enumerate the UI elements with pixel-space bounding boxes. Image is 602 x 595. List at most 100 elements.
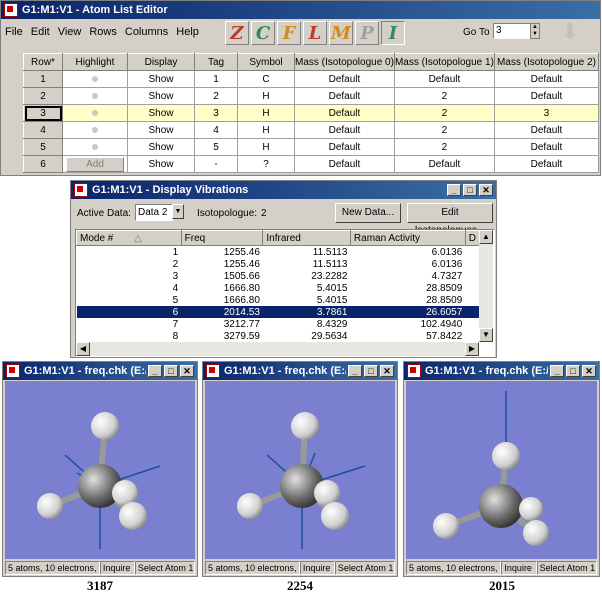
maximize-icon[interactable]: □ [463, 184, 477, 196]
menu-edit[interactable]: Edit [31, 26, 50, 38]
mass1-cell[interactable]: Default [393, 155, 495, 173]
tag-cell[interactable]: 4 [194, 121, 238, 139]
menu-columns[interactable]: Columns [125, 26, 168, 38]
list-item[interactable]: 1 1255.46 11.5113 6.0136 [77, 246, 480, 259]
mass2-cell[interactable]: Default [493, 87, 600, 105]
mass0-cell[interactable]: Default [294, 138, 395, 156]
list-item[interactable]: 8 3279.59 29.5634 57.8422 [77, 330, 480, 342]
close-icon[interactable]: ✕ [380, 365, 394, 377]
goto-spinner[interactable]: ▲ ▼ [530, 23, 540, 39]
scroll-up-icon[interactable]: ▲ [479, 230, 493, 244]
table-row[interactable]: 6 Add Show - ? Default Default Default [23, 155, 600, 173]
mass1-cell[interactable]: 2 [393, 138, 495, 156]
new-data-button[interactable]: New Data... [335, 203, 401, 223]
highlight-cell[interactable] [62, 70, 128, 88]
tool-m-button[interactable]: M [329, 21, 353, 45]
active-data-select[interactable]: Data 2 [135, 204, 173, 221]
mass2-cell[interactable]: Default [493, 155, 600, 173]
display-cell[interactable]: Show [127, 87, 195, 105]
maximize-icon[interactable]: □ [364, 365, 378, 377]
molecule-view[interactable] [406, 381, 597, 559]
highlight-cell[interactable]: Add [62, 155, 128, 173]
col-symbol[interactable]: Symbol [237, 53, 295, 71]
minimize-icon[interactable]: _ [348, 365, 362, 377]
goto-input[interactable]: 3 [493, 23, 535, 39]
molecule-view[interactable] [205, 381, 395, 559]
scroll-down-icon[interactable]: ▼ [479, 328, 493, 342]
col-row[interactable]: Row* [23, 53, 63, 71]
horizontal-scrollbar[interactable] [76, 342, 479, 356]
view-titlebar[interactable]: G1:M1:V1 - freq.chk (E:/... _ □ ✕ [404, 362, 599, 380]
tool-f-button[interactable]: F [277, 21, 301, 45]
col-mass-iso1[interactable]: Mass (Isotopologue 1) [393, 53, 495, 71]
symbol-cell[interactable]: C [237, 70, 295, 88]
close-icon[interactable]: ✕ [180, 365, 194, 377]
tag-cell[interactable]: 5 [194, 138, 238, 156]
row-number[interactable]: 1 [23, 70, 63, 88]
mass0-cell[interactable]: Default [294, 121, 395, 139]
view-titlebar[interactable]: G1:M1:V1 - freq.chk (E:/... _ □ ✕ [203, 362, 397, 380]
list-item[interactable]: 5 1666.80 5.4015 28.8509 [77, 294, 480, 306]
col-mode[interactable]: Mode # △ [76, 230, 182, 246]
menu-help[interactable]: Help [176, 26, 199, 38]
display-cell[interactable]: Show [127, 104, 195, 122]
highlight-cell[interactable] [62, 138, 128, 156]
symbol-cell[interactable]: H [237, 138, 295, 156]
mass2-cell[interactable]: Default [493, 121, 600, 139]
row-number[interactable]: 4 [23, 121, 63, 139]
col-mass-iso2[interactable]: Mass (Isotopologue 2) [493, 53, 600, 71]
symbol-cell[interactable]: H [237, 104, 295, 122]
table-row[interactable]: 5 Show 5 H Default 2 Default [23, 138, 600, 156]
col-highlight[interactable]: Highlight [62, 53, 128, 71]
mass2-cell[interactable]: Default [493, 70, 600, 88]
tool-i-button[interactable]: I [381, 21, 405, 45]
mass0-cell[interactable]: Default [294, 155, 395, 173]
display-cell[interactable]: Show [127, 70, 195, 88]
chevron-down-icon[interactable]: ▼ [172, 204, 184, 219]
mass1-cell[interactable]: 2 [393, 87, 495, 105]
highlight-cell[interactable] [62, 87, 128, 105]
symbol-cell[interactable]: H [237, 121, 295, 139]
mass2-cell[interactable]: Default [493, 138, 600, 156]
mass0-cell[interactable]: Default [294, 70, 395, 88]
vibrations-titlebar[interactable]: G1:M1:V1 - Display Vibrations _ □ ✕ [71, 181, 496, 199]
list-item-selected[interactable]: 6 2014.53 3.7861 26.6057 [76, 306, 480, 318]
highlight-cell[interactable] [62, 121, 128, 139]
tag-cell[interactable]: 2 [194, 87, 238, 105]
maximize-icon[interactable]: □ [566, 365, 580, 377]
col-display[interactable]: Display [127, 53, 195, 71]
goto-arrow-icon[interactable]: ⬇ [557, 19, 583, 45]
tool-z-button[interactable]: Z [225, 21, 249, 45]
list-item[interactable]: 3 1505.66 23.2282 4.7327 [77, 270, 480, 282]
mass0-cell[interactable]: Default [294, 87, 395, 105]
col-mass-iso0[interactable]: Mass (Isotopologue 0) [294, 53, 395, 71]
symbol-cell[interactable]: ? [237, 155, 295, 173]
menu-rows[interactable]: Rows [89, 26, 117, 38]
col-d[interactable]: D [464, 230, 481, 246]
list-item[interactable]: 4 1666.80 5.4015 28.8509 [77, 282, 480, 294]
menu-view[interactable]: View [58, 26, 82, 38]
scroll-left-icon[interactable]: ◀ [76, 342, 90, 356]
symbol-cell[interactable]: H [237, 87, 295, 105]
row-number[interactable]: 3 [23, 104, 63, 122]
display-cell[interactable]: Show [127, 121, 195, 139]
table-row[interactable]: 4 Show 4 H Default 2 Default [23, 121, 600, 139]
row-number[interactable]: 5 [23, 138, 63, 156]
mass0-cell[interactable]: Default [294, 104, 395, 122]
col-raman[interactable]: Raman Activity [349, 230, 466, 246]
tag-cell[interactable]: 3 [194, 104, 238, 122]
tool-c-button[interactable]: C [251, 21, 275, 45]
tag-cell[interactable]: 1 [194, 70, 238, 88]
menu-file[interactable]: File [5, 26, 23, 38]
mass1-cell[interactable]: 2 [393, 104, 495, 122]
minimize-icon[interactable]: _ [447, 184, 461, 196]
display-cell[interactable]: Show [127, 138, 195, 156]
row-number[interactable]: 2 [23, 87, 63, 105]
row-number[interactable]: 6 [23, 155, 63, 173]
edit-isotopologues-button[interactable]: Edit Isotopologues... [407, 203, 493, 236]
table-row[interactable]: 2 Show 2 H Default 2 Default [23, 87, 600, 105]
table-row-selected[interactable]: 3 Show 3 H Default 2 3 [23, 104, 600, 122]
col-infrared[interactable]: Infrared [262, 230, 351, 246]
maximize-icon[interactable]: □ [164, 365, 178, 377]
close-icon[interactable]: ✕ [479, 184, 493, 196]
